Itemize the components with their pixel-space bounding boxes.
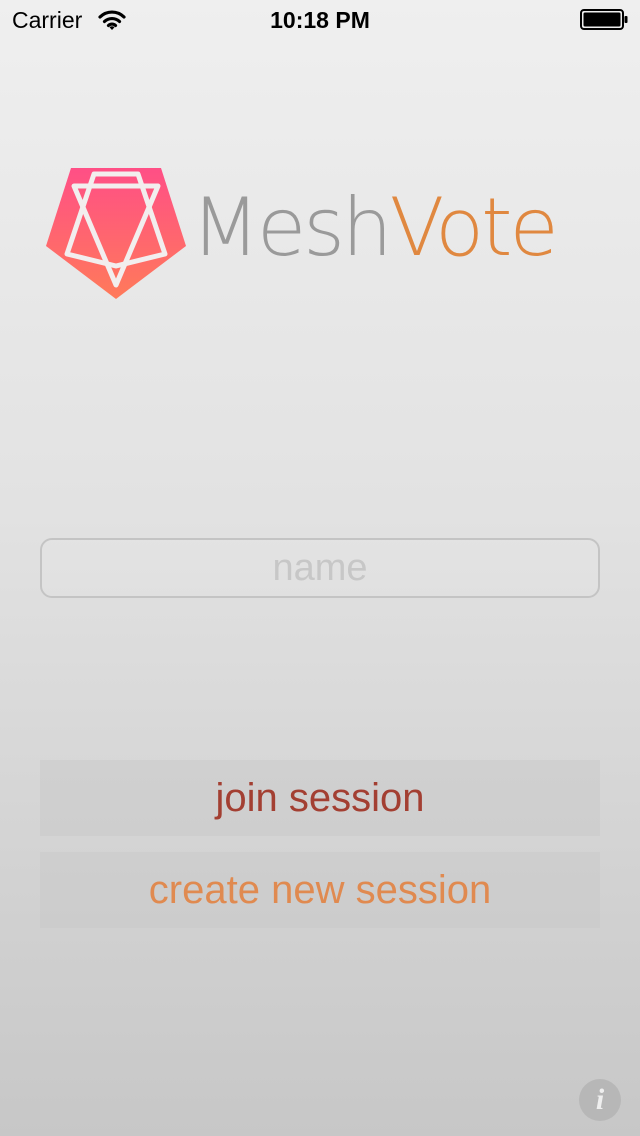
app-name-mesh: Mesh <box>191 181 393 274</box>
app-logo: MeshVote <box>44 164 596 304</box>
name-input[interactable] <box>40 538 600 598</box>
info-icon[interactable]: i <box>579 1079 621 1121</box>
join-session-button[interactable]: join session <box>40 760 600 836</box>
create-session-button[interactable]: create new session <box>40 852 600 928</box>
pentagram-icon <box>46 168 186 299</box>
app-name: MeshVote <box>191 178 559 278</box>
app-name-vote: Vote <box>389 181 559 274</box>
status-bar: Carrier 10:18 PM <box>0 0 640 40</box>
battery-icon <box>580 9 628 30</box>
clock: 10:18 PM <box>270 7 370 33</box>
